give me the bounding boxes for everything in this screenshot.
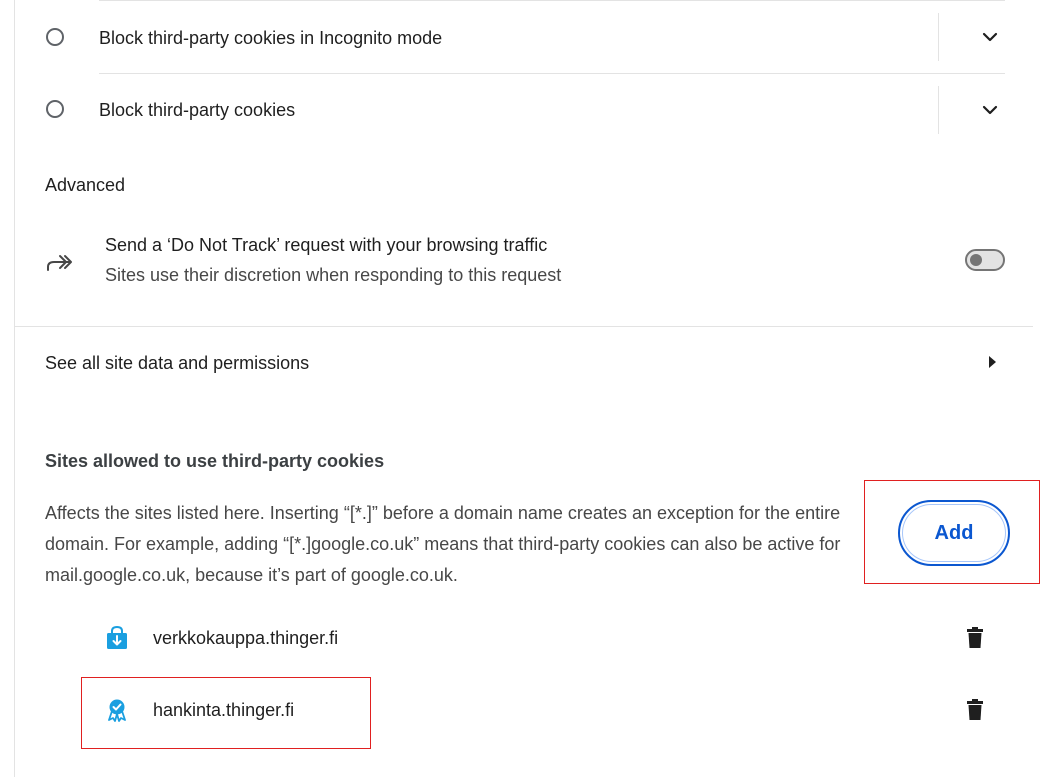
site-name: verkkokauppa.thinger.fi bbox=[153, 628, 339, 648]
radio-block-third-party[interactable] bbox=[46, 100, 64, 118]
download-bag-icon bbox=[107, 626, 127, 649]
do-not-track-title: Send a ‘Do Not Track’ request with your … bbox=[105, 235, 548, 255]
option-block-incognito[interactable]: Block third-party cookies in Incognito m… bbox=[0, 1, 1042, 73]
trash-icon[interactable] bbox=[963, 625, 987, 649]
vertical-separator bbox=[938, 86, 939, 134]
advanced-heading: Advanced bbox=[45, 175, 126, 195]
do-not-track-toggle[interactable] bbox=[965, 249, 1005, 271]
radio-block-incognito[interactable] bbox=[46, 28, 64, 46]
toggle-knob bbox=[970, 254, 982, 266]
settings-page: Block third-party cookies in Incognito m… bbox=[0, 0, 1042, 777]
do-not-track-subtitle: Sites use their discretion when respondi… bbox=[105, 265, 562, 285]
option-label: Block third-party cookies bbox=[99, 100, 296, 120]
trash-icon[interactable] bbox=[963, 697, 987, 721]
chevron-down-icon[interactable] bbox=[978, 25, 1002, 49]
see-all-site-data-link[interactable]: See all site data and permissions bbox=[15, 327, 1033, 401]
arrow-right-icon bbox=[989, 356, 996, 368]
site-highlight bbox=[81, 677, 371, 749]
allowed-sites-description: Affects the sites listed here. Inserting… bbox=[45, 503, 841, 585]
option-block-third-party[interactable]: Block third-party cookies bbox=[0, 74, 1042, 146]
vertical-separator bbox=[938, 13, 939, 61]
see-all-label: See all site data and permissions bbox=[45, 353, 310, 373]
forward-arrows-icon bbox=[47, 255, 72, 271]
site-row-verkkokauppa: verkkokauppa.thinger.fi bbox=[15, 603, 1033, 675]
option-label: Block third-party cookies in Incognito m… bbox=[99, 28, 443, 48]
allowed-sites-heading: Sites allowed to use third-party cookies bbox=[45, 451, 385, 471]
chevron-down-icon[interactable] bbox=[978, 98, 1002, 122]
add-site-button[interactable]: Add bbox=[898, 500, 1010, 566]
